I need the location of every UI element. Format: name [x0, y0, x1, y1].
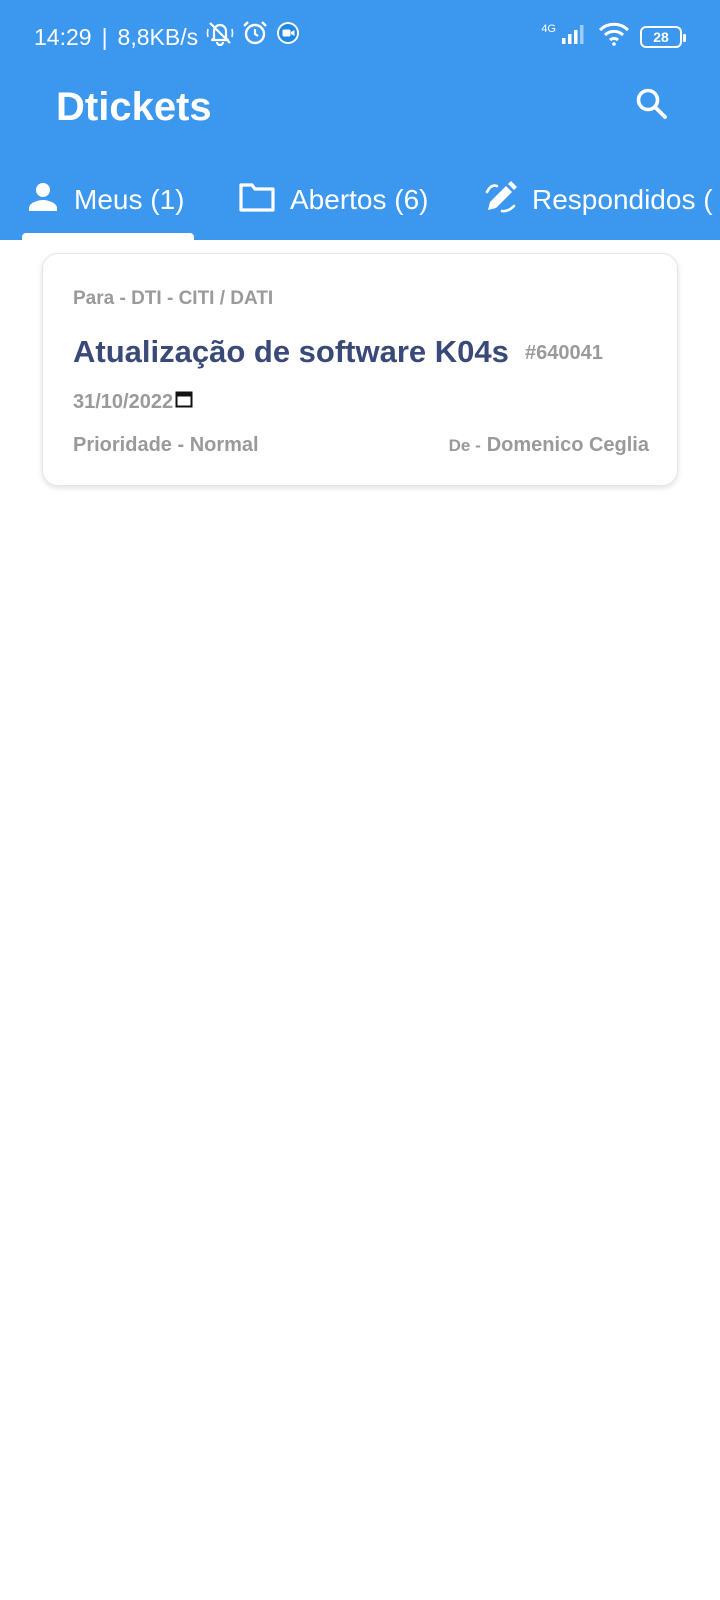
tab-label: Respondidos (	[532, 184, 713, 215]
ticket-recipient: Para - DTI - CITI / DATI	[73, 288, 274, 309]
tab-abertos[interactable]: Abertos (6)	[238, 160, 429, 240]
battery-level: 28	[653, 28, 669, 45]
tab-label: Abertos (6)	[290, 184, 429, 215]
app-bar: 14:29 | 8,8KB/s 4G 28 Dtickets Meus (1) …	[0, 0, 720, 240]
status-right: 4G 28	[535, 22, 686, 51]
status-left: 14:29 | 8,8KB/s	[34, 20, 300, 54]
video-call-icon	[276, 21, 300, 53]
ticket-priority: Prioridade - Normal	[73, 434, 259, 456]
ticket-id: #640041	[525, 342, 603, 364]
search-button[interactable]	[630, 84, 674, 128]
alarm-icon	[242, 20, 268, 54]
signal-icon	[560, 23, 588, 50]
ticket-date-row: 31/10/2022	[73, 390, 193, 414]
wifi-icon	[598, 22, 630, 51]
ticket-title: Atualização de software K04s	[73, 334, 509, 369]
folder-icon	[238, 181, 276, 220]
ticket-card[interactable]: Para - DTI - CITI / DATI Atualização de …	[42, 253, 678, 486]
network-type: 4G	[541, 22, 556, 35]
status-bar: 14:29 | 8,8KB/s 4G 28	[0, 0, 720, 72]
app-title: Dtickets	[56, 85, 212, 129]
search-icon	[635, 87, 669, 126]
status-separator: |	[101, 24, 108, 50]
ticket-sender: De - Domenico Ceglia	[449, 434, 649, 457]
battery-icon: 28	[640, 25, 686, 48]
status-speed: 8,8KB/s	[117, 24, 199, 50]
tab-label: Meus (1)	[74, 184, 185, 215]
ticket-sender-name: Domenico Ceglia	[486, 434, 649, 456]
ticket-date: 31/10/2022	[73, 390, 174, 413]
tab-respondidos[interactable]: Respondidos (	[484, 160, 713, 240]
calendar-icon	[175, 390, 193, 414]
tab-indicator	[22, 233, 194, 240]
edit-icon	[484, 180, 518, 221]
ticket-sender-prefix: De -	[448, 436, 481, 455]
tab-meus[interactable]: Meus (1)	[26, 160, 184, 240]
person-icon	[26, 180, 60, 221]
tab-bar: Meus (1) Abertos (6) Respondidos (	[0, 160, 720, 240]
status-time: 14:29	[34, 24, 92, 50]
mute-icon	[206, 20, 234, 54]
